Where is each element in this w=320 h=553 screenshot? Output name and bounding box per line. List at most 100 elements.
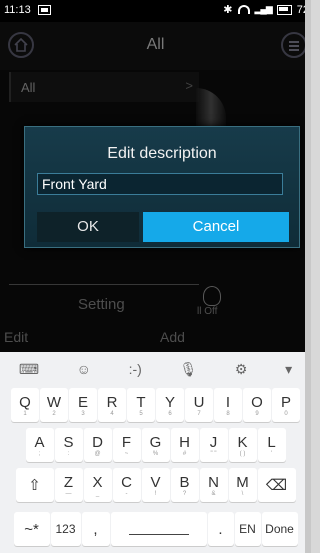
hide-keyboard-icon[interactable]: ▾ [285, 361, 292, 378]
key-m[interactable]: M \ [228, 468, 257, 502]
key-label: D [92, 433, 103, 451]
key-secondary: 4 [110, 410, 114, 417]
key-secondary: ~ [124, 450, 129, 457]
key-label: J [209, 433, 218, 451]
soft-keyboard: ⌨ ☺ :-) 🎙 ⚙ ▾ Q1W2E3R4T5Y6U7I8O9P0 A; S: D… [0, 352, 311, 553]
key-label: H [179, 433, 190, 451]
key-s[interactable]: S: [54, 428, 83, 462]
key-label: I [225, 393, 231, 411]
key-label: P [280, 393, 291, 411]
key-secondary: % [152, 450, 159, 457]
language-key[interactable]: EN [234, 512, 261, 546]
key-v[interactable]: V! [141, 468, 170, 502]
bluetooth-icon: ✱ [223, 4, 233, 16]
key-secondary: 2 [52, 410, 56, 417]
key-label: N [208, 473, 219, 491]
key-secondary: ( ) [239, 450, 246, 457]
key-secondary: 8 [226, 410, 230, 417]
key-label: S [63, 433, 74, 451]
key-x[interactable]: X _ [83, 468, 112, 502]
delete-key[interactable]: ⌫ [257, 468, 296, 502]
key-secondary: _ [95, 490, 100, 497]
settings-icon[interactable]: ⚙ [235, 361, 248, 378]
key-q[interactable]: Q1 [11, 388, 39, 422]
key-secondary: 1 [23, 410, 27, 417]
status-time: 11:13 [4, 4, 31, 16]
notification-icon [38, 5, 51, 15]
key-secondary: \ [241, 490, 244, 497]
key-o[interactable]: O9 [243, 388, 271, 422]
key-p[interactable]: P0 [272, 388, 300, 422]
key-label: T [136, 393, 146, 411]
key-secondary: 0 [284, 410, 288, 417]
key-secondary: 3 [81, 410, 85, 417]
key-label: L [267, 433, 276, 451]
battery-icon [276, 4, 292, 15]
status-bar: 11:13 ✱ ▂▄▆ 72 [0, 0, 311, 22]
key-t[interactable]: T5 [127, 388, 155, 422]
done-key[interactable]: Done [261, 512, 298, 546]
key-row-4: ~* 123 , . EN Done [0, 512, 311, 546]
keyboard-toolbar: ⌨ ☺ :-) 🎙 ⚙ ▾ [0, 352, 311, 386]
key-secondary: 9 [255, 410, 259, 417]
key-row-2: A; S: D @ F ~ G% H # J " " K( ) L ' [0, 428, 311, 462]
key-h[interactable]: H # [170, 428, 199, 462]
key-secondary: 6 [168, 410, 172, 417]
key-j[interactable]: J " " [199, 428, 228, 462]
key-secondary: & [211, 490, 216, 497]
key-label: A [34, 433, 45, 451]
emoji-icon[interactable]: ☺ [77, 361, 91, 377]
key-label: E [77, 393, 88, 411]
key-label: Q [19, 393, 31, 411]
edit-description-dialog: Edit description Front Yard OK Cancel [24, 126, 300, 248]
emoticon-button[interactable]: :-) [129, 361, 142, 377]
key-n[interactable]: N & [199, 468, 228, 502]
key-label: G [149, 433, 162, 451]
device-bezel [305, 0, 311, 553]
key-label: Z [63, 473, 74, 491]
key-y[interactable]: Y6 [156, 388, 184, 422]
key-row-3: ⇧ Z — X _ C - V! B? N & M \ ⌫ [0, 468, 311, 502]
key-c[interactable]: C- [112, 468, 141, 502]
key-w[interactable]: W2 [40, 388, 68, 422]
key-label: U [193, 393, 205, 411]
key-label: X [92, 473, 103, 491]
key-secondary: ' [270, 450, 273, 457]
key-label: F [121, 433, 132, 451]
key-secondary: — [65, 490, 72, 497]
key-secondary: ? [182, 490, 187, 497]
key-label: M [236, 473, 249, 491]
key-k[interactable]: K( ) [228, 428, 257, 462]
key-d[interactable]: D @ [83, 428, 112, 462]
key-secondary: 5 [139, 410, 143, 417]
key-r[interactable]: R4 [98, 388, 126, 422]
key-secondary: - [125, 490, 128, 497]
period-key[interactable]: . [207, 512, 234, 546]
key-label: O [251, 393, 263, 411]
microphone-icon[interactable]: 🎙 [179, 361, 197, 378]
ok-button[interactable]: OK [37, 212, 139, 242]
key-b[interactable]: B? [170, 468, 199, 502]
symbols-key[interactable]: ~* [13, 512, 50, 546]
key-label: Y [164, 393, 175, 411]
key-secondary: # [182, 450, 187, 457]
shift-key[interactable]: ⇧ [15, 468, 54, 502]
numbers-key[interactable]: 123 [50, 512, 81, 546]
key-i[interactable]: I8 [214, 388, 242, 422]
description-input[interactable]: Front Yard [37, 173, 283, 195]
key-e[interactable]: E3 [69, 388, 97, 422]
space-key[interactable] [110, 512, 207, 546]
key-l[interactable]: L ' [257, 428, 286, 462]
key-f[interactable]: F ~ [112, 428, 141, 462]
key-a[interactable]: A; [25, 428, 54, 462]
key-u[interactable]: U7 [185, 388, 213, 422]
cancel-button[interactable]: Cancel [143, 212, 289, 242]
key-row-1: Q1W2E3R4T5Y6U7I8O9P0 [0, 388, 311, 422]
comma-key[interactable]: , [81, 512, 110, 546]
key-label: C [121, 473, 132, 491]
key-g[interactable]: G% [141, 428, 170, 462]
keyboard-icon[interactable]: ⌨ [19, 361, 39, 378]
key-z[interactable]: Z — [54, 468, 83, 502]
signal-icon: ▂▄▆ [254, 4, 273, 14]
space-bar-line [128, 533, 189, 535]
